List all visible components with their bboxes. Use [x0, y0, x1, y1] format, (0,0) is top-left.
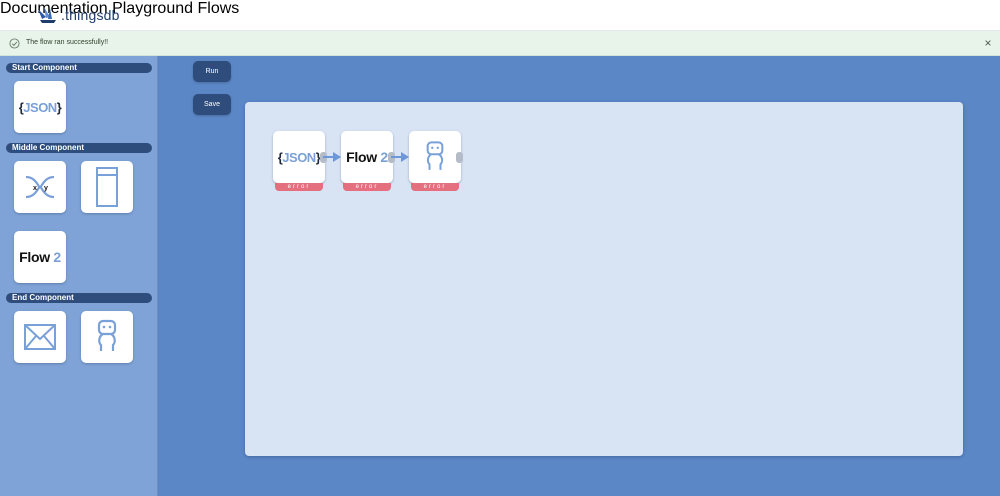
robot-icon: [426, 141, 444, 170]
thingsdb-logo-icon: [38, 7, 56, 23]
panel-component-tile[interactable]: [81, 161, 133, 213]
json-component-tile[interactable]: {JSON}: [14, 81, 66, 133]
flow2-icon: Flow 2: [19, 249, 61, 265]
json-icon: {JSON}: [277, 149, 321, 165]
check-circle-icon: [9, 38, 20, 49]
robot-component-tile[interactable]: [81, 311, 133, 363]
mail-component-tile[interactable]: [14, 311, 66, 363]
brand-logo[interactable]: .thingsdb: [36, 5, 120, 25]
robot-icon: [97, 319, 117, 351]
section-title-end: End Component: [6, 293, 152, 303]
top-header: .thingsdb Documentation Playground Flows: [0, 0, 1000, 31]
xy-transform-tile[interactable]: x y: [14, 161, 66, 213]
node-error-badge: error: [275, 183, 323, 191]
canvas-node-json[interactable]: {JSON}: [273, 131, 325, 183]
canvas-node-robot[interactable]: [409, 131, 461, 183]
nav-playground[interactable]: Playground: [112, 0, 193, 17]
flow2-label-main: Flow: [19, 249, 50, 265]
json-icon: {JSON}: [18, 99, 62, 115]
save-button[interactable]: Save: [193, 94, 231, 115]
section-title-middle: Middle Component: [6, 143, 152, 153]
panel-icon: [96, 167, 118, 207]
flow2-icon: Flow 2: [346, 149, 388, 165]
node-error-badge: error: [411, 183, 459, 191]
brand-name: .thingsdb: [61, 7, 120, 23]
canvas-node-flow2[interactable]: Flow 2: [341, 131, 393, 183]
nav-flows[interactable]: Flows: [197, 0, 239, 17]
banner-message: The flow ran successfully!!: [26, 39, 109, 46]
arrow-right-icon: [323, 152, 341, 162]
component-sidebar: Start Component {JSON} Middle Component …: [0, 56, 158, 496]
flow2-component-tile[interactable]: Flow 2: [14, 231, 66, 283]
success-banner: The flow ran successfully!! ×: [0, 31, 1000, 56]
run-button[interactable]: Run: [193, 61, 231, 82]
flow2-label-main: Flow: [346, 149, 377, 165]
close-icon[interactable]: ×: [982, 36, 994, 50]
svg-text:x: x: [33, 185, 37, 192]
arrow-right-icon: [391, 152, 409, 162]
mail-icon: [24, 324, 56, 350]
flow2-label-num: 2: [380, 149, 388, 165]
flow-canvas[interactable]: {JSON} error Flow 2 error error: [245, 102, 963, 456]
svg-text:y: y: [44, 185, 48, 192]
xy-transform-icon: x y: [25, 175, 55, 199]
flow2-label-num: 2: [53, 249, 61, 265]
section-title-start: Start Component: [6, 63, 152, 73]
output-port[interactable]: [456, 152, 463, 163]
node-error-badge: error: [343, 183, 391, 191]
